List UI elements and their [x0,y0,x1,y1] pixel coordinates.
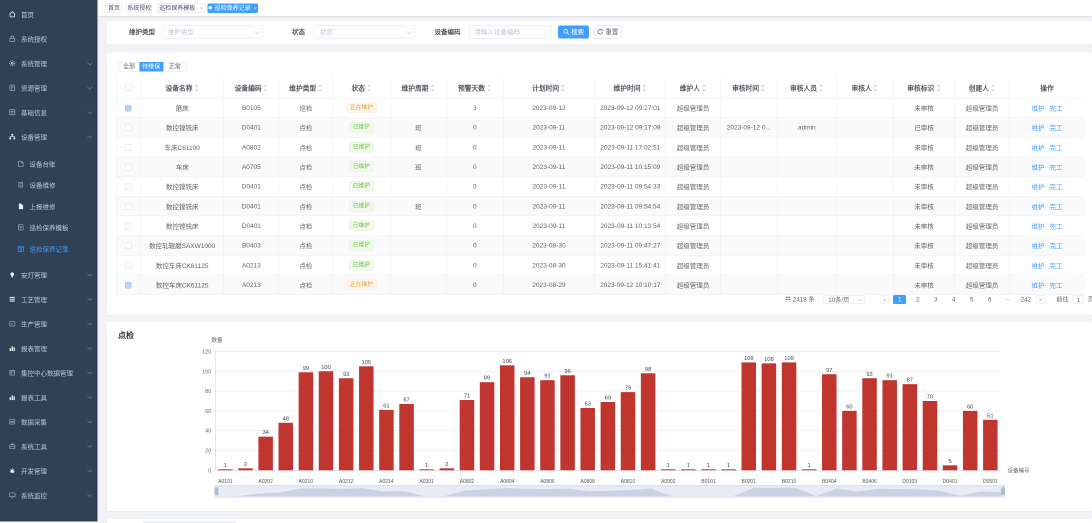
svg-text:A0902: A0902 [661,479,676,485]
svg-text:2: 2 [244,462,247,468]
svg-text:93: 93 [343,372,349,378]
svg-text:34: 34 [262,430,269,436]
svg-text:A0810: A0810 [621,479,636,485]
svg-text:1: 1 [808,463,811,469]
svg-text:91: 91 [544,374,550,380]
svg-text:D0103: D0103 [902,479,917,485]
svg-text:设备编号: 设备编号 [1008,467,1031,475]
svg-text:1: 1 [224,463,227,469]
svg-text:D0401: D0401 [943,479,958,485]
svg-text:B0406: B0406 [862,479,877,485]
svg-text:A0214: A0214 [379,479,394,485]
svg-text:97: 97 [826,368,832,374]
svg-text:20: 20 [205,449,211,455]
svg-text:A0301: A0301 [419,479,434,485]
svg-text:B0404: B0404 [822,479,837,485]
svg-text:A0804: A0804 [500,479,515,485]
svg-text:60: 60 [967,404,973,410]
svg-text:91: 91 [886,374,892,380]
svg-text:B0201: B0201 [742,479,757,485]
svg-text:B0101: B0101 [701,479,716,485]
svg-text:71: 71 [464,394,470,400]
svg-text:B0210: B0210 [782,479,797,485]
svg-text:63: 63 [584,401,590,407]
svg-text:109: 109 [744,356,754,362]
svg-text:60: 60 [205,409,211,415]
svg-text:5: 5 [948,459,951,465]
svg-text:0: 0 [208,468,211,474]
svg-text:1: 1 [727,463,730,469]
svg-text:40: 40 [205,429,211,435]
svg-text:93: 93 [866,372,872,378]
svg-text:A0806: A0806 [540,479,555,485]
svg-text:105: 105 [362,360,372,366]
svg-text:1: 1 [707,463,710,469]
svg-text:1: 1 [667,463,670,469]
svg-text:A0802: A0802 [460,479,475,485]
svg-text:69: 69 [605,396,611,402]
svg-text:108: 108 [764,357,774,363]
svg-text:51: 51 [987,413,993,419]
svg-text:1: 1 [687,463,690,469]
svg-text:2: 2 [445,462,448,468]
svg-text:A0202: A0202 [258,479,273,485]
svg-text:79: 79 [625,386,631,392]
svg-text:80: 80 [205,389,211,395]
svg-text:100: 100 [321,365,331,371]
svg-text:A0212: A0212 [339,479,354,485]
svg-text:96: 96 [564,369,570,375]
svg-text:109: 109 [784,356,794,362]
svg-text:100: 100 [202,369,211,375]
svg-text:A0210: A0210 [299,479,314,485]
svg-text:D0501: D0501 [983,479,998,485]
svg-text:98: 98 [645,367,651,373]
svg-text:67: 67 [403,397,409,403]
svg-text:A0101: A0101 [218,479,233,485]
svg-text:48: 48 [283,416,289,422]
svg-text:120: 120 [202,350,211,356]
svg-text:61: 61 [383,403,389,409]
svg-text:1: 1 [425,463,428,469]
svg-text:89: 89 [484,376,490,382]
svg-text:A0808: A0808 [580,479,595,485]
svg-text:99: 99 [303,366,309,372]
svg-text:数量: 数量 [212,336,224,344]
svg-text:106: 106 [502,359,512,365]
svg-text:87: 87 [907,378,913,384]
svg-text:70: 70 [927,395,933,401]
svg-text:60: 60 [846,404,852,410]
svg-text:94: 94 [524,371,531,377]
